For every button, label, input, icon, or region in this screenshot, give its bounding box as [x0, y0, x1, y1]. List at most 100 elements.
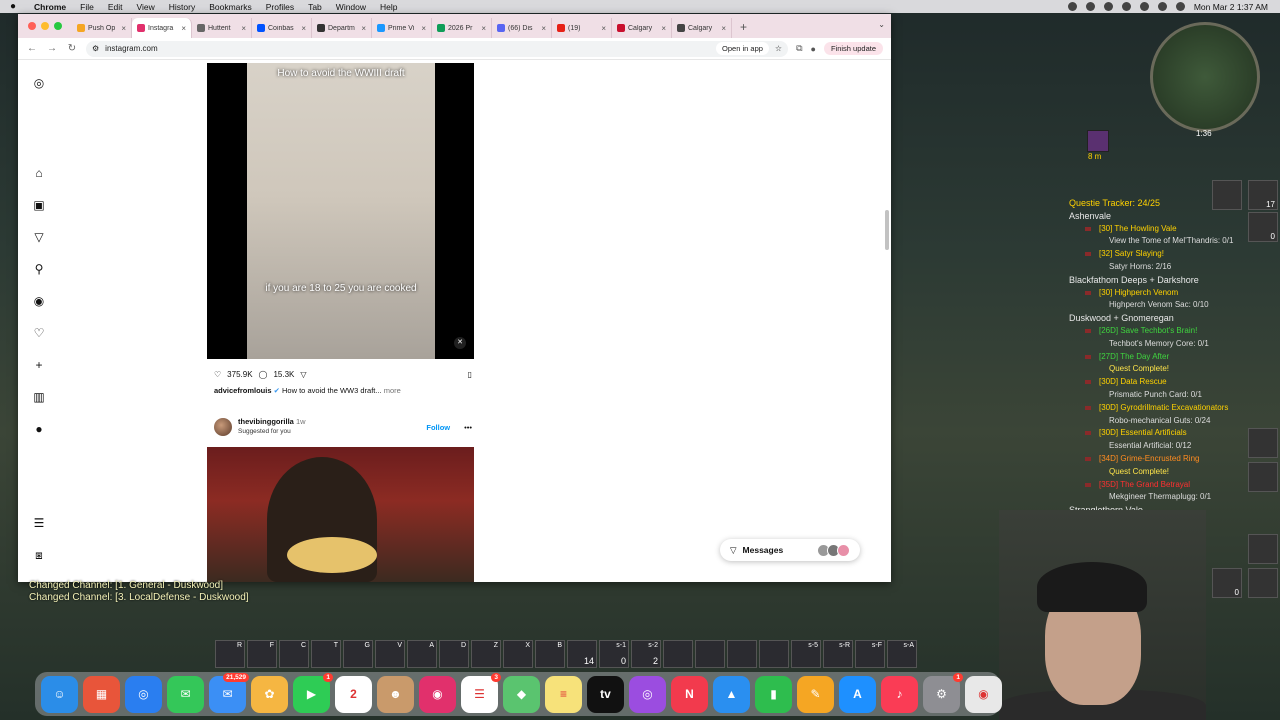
new-tab-button[interactable]: + — [732, 20, 755, 38]
close-tab-icon[interactable]: × — [481, 24, 486, 33]
menu-profiles[interactable]: Profiles — [266, 2, 294, 12]
forward-arrow-icon[interactable]: → — [46, 43, 58, 54]
tab-search-chevron-icon[interactable]: ⌄ — [878, 20, 885, 29]
quest-title[interactable]: [26D] Save Techbot's Brain! — [1069, 325, 1251, 338]
home-icon[interactable]: ⌂ — [32, 166, 46, 180]
side-action-slot[interactable]: 0 — [1248, 212, 1278, 242]
comment-count[interactable]: 15.3K — [273, 370, 294, 379]
direct-send-icon[interactable]: ▽ — [32, 230, 46, 244]
more-menu-icon[interactable]: ☰ — [32, 516, 46, 530]
site-info-icon[interactable]: ⚙ — [92, 44, 99, 53]
action-slot[interactable]: 14 — [567, 640, 597, 668]
search-icon[interactable] — [1157, 2, 1167, 11]
back-arrow-icon[interactable]: ← — [26, 43, 38, 54]
url-text[interactable]: instagram.com — [105, 44, 157, 53]
menu-app-name[interactable]: Chrome — [34, 2, 66, 12]
like-count[interactable]: 375.9K — [227, 370, 252, 379]
appletv-app[interactable]: tv — [587, 675, 624, 713]
numbers-app[interactable]: ▮ — [755, 675, 792, 713]
tab-0[interactable]: Push Op × — [72, 18, 132, 38]
buff-icon[interactable] — [1087, 130, 1109, 152]
close-tab-icon[interactable]: × — [601, 24, 606, 33]
wifi-icon[interactable] — [1121, 2, 1131, 11]
save-bookmark-icon[interactable]: ▯ — [468, 370, 472, 379]
minimize-window-button[interactable] — [41, 22, 49, 30]
appstore-app[interactable]: A — [839, 675, 876, 713]
author-username[interactable]: advicefromlouis — [214, 386, 272, 395]
menu-help[interactable]: Help — [380, 2, 397, 12]
action-slot[interactable]: s-1 0 — [599, 640, 629, 668]
menu-view[interactable]: View — [136, 2, 154, 12]
post-username[interactable]: thevibinggorilla — [238, 417, 294, 426]
reels-icon[interactable]: ▣ — [32, 198, 46, 212]
close-tab-icon[interactable]: × — [241, 24, 246, 33]
battery-icon[interactable] — [1139, 2, 1149, 11]
news-app[interactable]: N — [671, 675, 708, 713]
safari-app[interactable]: ◎ — [125, 675, 162, 713]
avatar[interactable] — [214, 418, 232, 436]
side-action-slot[interactable] — [1248, 568, 1278, 598]
podcasts-app[interactable]: ◎ — [629, 675, 666, 713]
messages-app[interactable]: ✉ — [167, 675, 204, 713]
tab-8[interactable]: (19) × — [552, 18, 612, 38]
quest-title[interactable]: [30D] Gyrodrillmatic Excavationators — [1069, 402, 1251, 415]
search-icon[interactable]: ⚲ — [32, 262, 46, 276]
menu-edit[interactable]: Edit — [108, 2, 123, 12]
action-slot[interactable]: A — [407, 640, 437, 668]
quest-title[interactable]: [27D] The Day After — [1069, 351, 1251, 364]
action-slot[interactable]: s-5 — [791, 640, 821, 668]
menu-history[interactable]: History — [169, 2, 195, 12]
open-in-app-button[interactable]: Open in app — [716, 42, 769, 55]
close-tab-icon[interactable]: × — [421, 24, 426, 33]
finish-update-button[interactable]: Finish update — [823, 42, 883, 55]
tab-9[interactable]: Calgary × — [612, 18, 672, 38]
minimap[interactable] — [1150, 22, 1260, 132]
close-tab-icon[interactable]: × — [301, 24, 306, 33]
menu-file[interactable]: File — [80, 2, 94, 12]
action-slot[interactable]: s-2 2 — [631, 640, 661, 668]
quest-zone[interactable]: Duskwood + Gnomeregan — [1069, 312, 1251, 325]
status-icon[interactable] — [1103, 2, 1113, 11]
quest-title[interactable]: [30] The Howling Vale — [1069, 223, 1251, 236]
menu-bookmarks[interactable]: Bookmarks — [209, 2, 252, 12]
quest-title[interactable]: [32] Satyr Slaying! — [1069, 248, 1251, 261]
finder-app[interactable]: ☺ — [41, 675, 78, 713]
close-tab-icon[interactable]: × — [361, 24, 366, 33]
side-action-slot[interactable]: 17 — [1248, 180, 1278, 210]
heart-notifications-icon[interactable]: ♡ — [32, 326, 46, 340]
calendar-app[interactable]: 2 — [335, 675, 372, 713]
tab-3[interactable]: Coinbas × — [252, 18, 312, 38]
control-center-icon[interactable] — [1175, 2, 1185, 11]
close-tab-icon[interactable]: × — [121, 24, 126, 33]
address-bar[interactable]: ⚙ instagram.com Open in app ☆ — [86, 40, 789, 57]
chrome-app[interactable]: ◉ — [965, 675, 1002, 713]
tab-4[interactable]: Departm × — [312, 18, 372, 38]
dashboard-icon[interactable]: ▥ — [32, 390, 46, 404]
mute-icon[interactable]: ✕ — [454, 337, 466, 349]
quest-title[interactable]: [34D] Grime-Encrusted Ring — [1069, 453, 1251, 466]
menu-window[interactable]: Window — [336, 2, 366, 12]
action-slot[interactable]: F — [247, 640, 277, 668]
close-window-button[interactable] — [28, 22, 36, 30]
apple-menu-icon[interactable]: ● — [10, 1, 22, 12]
instagram-logo-icon[interactable]: ◎ — [32, 76, 46, 90]
like-heart-icon[interactable]: ♡ — [214, 370, 221, 379]
side-action-slot[interactable]: 0 — [1212, 568, 1242, 598]
tab-1[interactable]: Instagra × — [132, 18, 192, 38]
reminders-app[interactable]: ☰ 3 — [461, 672, 501, 713]
quest-title[interactable]: [35D] The Grand Betrayal — [1069, 479, 1251, 492]
side-action-slot[interactable] — [1212, 180, 1242, 210]
action-slot[interactable]: C — [279, 640, 309, 668]
tab-7[interactable]: (66) Dis × — [492, 18, 552, 38]
action-slot[interactable] — [663, 640, 693, 668]
profile-avatar-icon[interactable]: ● — [32, 422, 46, 436]
quest-title[interactable]: [30] Highperch Venom — [1069, 287, 1251, 300]
instagram-app[interactable]: ◉ — [419, 675, 456, 713]
quest-zone[interactable]: Ashenvale — [1069, 210, 1251, 223]
menu-clock[interactable]: Mon Mar 2 1:37 AM — [1194, 2, 1268, 12]
comment-icon[interactable]: ◯ — [259, 370, 268, 379]
action-slot[interactable] — [759, 640, 789, 668]
caption-more-link[interactable]: more — [384, 386, 401, 395]
action-slot[interactable]: s-R — [823, 640, 853, 668]
mail-app[interactable]: ✉ 21,529 — [209, 672, 249, 713]
